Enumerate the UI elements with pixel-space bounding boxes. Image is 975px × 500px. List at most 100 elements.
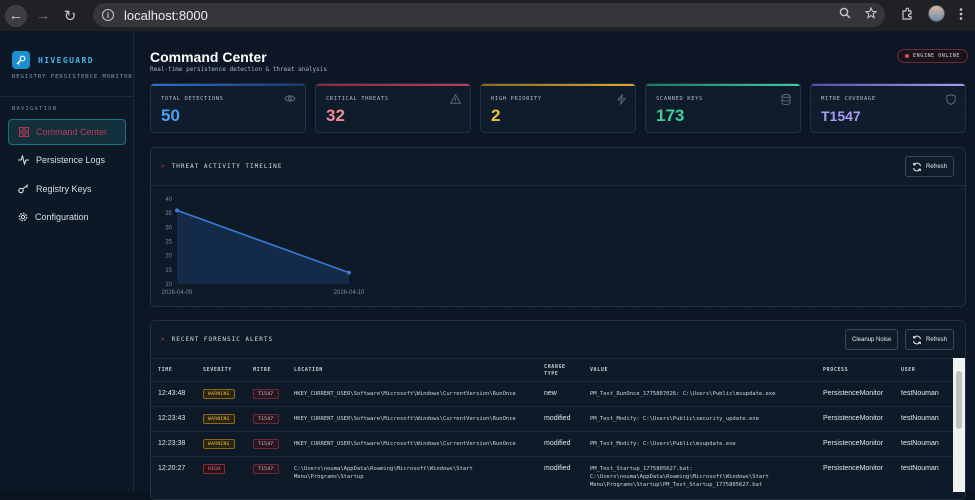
table-scrollbar-thumb[interactable] xyxy=(956,371,962,429)
cell-change-type: modified xyxy=(544,440,571,447)
cell-user: testNouman xyxy=(901,390,939,397)
sidebar-item-configuration[interactable]: Configuration xyxy=(8,204,126,230)
stat-accent-bar xyxy=(481,84,635,86)
back-icon[interactable]: ← xyxy=(5,4,27,27)
stat-label: CRITICAL THREATS xyxy=(326,96,389,102)
data-point[interactable] xyxy=(347,270,351,275)
timeline-panel: > THREAT ACTIVITY TIMELINE Refresh 40 35 30… xyxy=(150,147,966,307)
extensions-icon[interactable] xyxy=(900,7,914,21)
table-row[interactable]: 12:43:48 WARNING T1547 HKEY_CURRENT_USER… xyxy=(150,381,953,406)
stat-value: 32 xyxy=(326,106,345,125)
cell-time: 12:43:48 xyxy=(158,390,186,397)
cell-value: PM_Test_Modify: C:\Users\Public\security… xyxy=(590,416,759,422)
x-tick-label: 2026-04-10 xyxy=(334,290,365,296)
severity-badge: WARNING xyxy=(203,439,235,449)
brand: HIVEGUARD xyxy=(12,51,94,69)
column-header-mitre[interactable]: MITRE xyxy=(253,367,271,373)
stat-value: T1547 xyxy=(821,108,861,124)
column-header-time[interactable]: TIME xyxy=(158,367,172,373)
sidebar-item-persistence-logs[interactable]: Persistence Logs xyxy=(8,147,126,173)
table-row[interactable]: 12:23:38 WARNING T1547 HKEY_CURRENT_USER… xyxy=(150,431,953,456)
cleanup-label: Cleanup Noise xyxy=(852,336,892,343)
engine-status-text: ENGINE ONLINE xyxy=(913,53,960,59)
cell-location: C:\Users\nouma\AppData\Roaming\Microsoft… xyxy=(294,466,473,480)
timeline-refresh-button[interactable]: Refresh xyxy=(905,156,955,177)
column-header-process[interactable]: PROCESS xyxy=(823,367,848,373)
sidebar-item-command-center[interactable]: Command Center xyxy=(8,119,126,145)
bookmark-star-icon[interactable] xyxy=(865,7,877,19)
stat-accent-bar xyxy=(151,84,305,86)
stat-card-mitre-coverage: MITRE COVERAGE T1547 xyxy=(810,83,966,133)
engine-status-badge: ENGINE ONLINE xyxy=(897,49,968,63)
address-bar[interactable]: i localhost:8000 xyxy=(93,3,885,27)
timeline-title: THREAT ACTIVITY TIMELINE xyxy=(171,163,283,170)
cell-process: PersistenceMonitor xyxy=(823,415,883,422)
stat-label: SCANNED KEYS xyxy=(656,96,703,102)
reload-icon[interactable]: ↻ xyxy=(59,5,81,27)
stat-accent-bar xyxy=(646,84,800,86)
severity-badge: HIGH xyxy=(203,464,226,474)
forward-icon[interactable]: → xyxy=(32,5,54,27)
sidebar-item-label: Registry Keys xyxy=(36,184,92,194)
cell-user: testNouman xyxy=(901,465,939,472)
page-subtitle: Real-time persistence detection & threat… xyxy=(150,66,328,73)
table-row[interactable]: 12:20:27 HIGH T1547 C:\Users\nouma\AppDa… xyxy=(150,456,953,492)
mitre-badge: T1547 xyxy=(253,414,279,424)
y-tick-label: 15 xyxy=(165,268,172,274)
refresh-icon xyxy=(913,335,921,344)
sidebar-item-label: Configuration xyxy=(35,212,89,222)
panel-title: > RECENT FORENSIC ALERTS xyxy=(161,336,273,343)
profile-avatar[interactable] xyxy=(928,5,945,22)
browser-toolbar: ← → ↻ i localhost:8000 xyxy=(0,0,975,31)
cell-location: HKEY_CURRENT_USER\Software\Microsoft\Win… xyxy=(294,441,516,447)
column-header-value[interactable]: VALUE xyxy=(590,367,608,373)
alerts-refresh-button[interactable]: Refresh xyxy=(905,329,955,350)
cleanup-noise-button[interactable]: Cleanup Noise xyxy=(845,329,899,350)
refresh-label: Refresh xyxy=(926,163,948,170)
x-tick-label: 2026-04-09 xyxy=(162,290,193,296)
column-header-change-type[interactable]: CHANGE TYPE xyxy=(544,364,574,378)
shield-icon xyxy=(946,94,956,105)
cell-value: PM_Test_Startup_1775805627.bat: C:\Users… xyxy=(590,466,769,488)
series-area xyxy=(177,210,349,284)
cell-time: 12:20:27 xyxy=(158,465,186,472)
stat-accent-bar xyxy=(811,84,965,86)
column-header-user[interactable]: USER xyxy=(901,367,915,373)
cell-value: PM_Test_RunOnce_1775807026: C:\Users\Pub… xyxy=(590,391,776,397)
stat-label: TOTAL DETECTIONS xyxy=(161,96,224,102)
sidebar-item-registry-keys[interactable]: Registry Keys xyxy=(8,176,126,202)
y-tick-label: 20 xyxy=(165,254,172,260)
chevron-right-icon: > xyxy=(161,163,166,170)
site-info-icon[interactable]: i xyxy=(102,9,114,21)
stat-label: MITRE COVERAGE xyxy=(821,96,876,102)
stat-card-high-priority: HIGH PRIORITY 2 xyxy=(480,83,636,133)
panel-title: > THREAT ACTIVITY TIMELINE xyxy=(161,163,282,170)
url-text[interactable]: localhost:8000 xyxy=(124,8,208,23)
cell-change-type: modified xyxy=(544,465,571,472)
page-title: Command Center xyxy=(150,49,267,65)
cell-user: testNouman xyxy=(901,415,939,422)
brand-logo-icon xyxy=(12,51,30,69)
app-root: HIVEGUARD REGISTRY PERSISTENCE MONITOR N… xyxy=(0,31,975,500)
cell-location: HKEY_CURRENT_USER\Software\Microsoft\Win… xyxy=(294,416,516,422)
brand-name: HIVEGUARD xyxy=(38,55,94,65)
cell-location: HKEY_CURRENT_USER\Software\Microsoft\Win… xyxy=(294,391,516,397)
sidebar-divider xyxy=(0,96,134,97)
refresh-label: Refresh xyxy=(926,336,948,343)
table-row[interactable]: 12:23:43 WARNING T1547 HKEY_CURRENT_USER… xyxy=(150,406,953,431)
gear-icon xyxy=(18,212,28,222)
eye-icon xyxy=(284,95,296,102)
y-tick-label: 40 xyxy=(165,197,172,203)
column-header-severity[interactable]: SEVERITY xyxy=(203,367,232,373)
cell-change-type: modified xyxy=(544,415,571,422)
data-point[interactable] xyxy=(175,208,179,213)
cell-process: PersistenceMonitor xyxy=(823,465,883,472)
column-header-location[interactable]: LOCATION xyxy=(294,367,323,373)
mitre-badge: T1547 xyxy=(253,464,279,474)
stat-value: 50 xyxy=(161,106,180,125)
menu-icon[interactable] xyxy=(959,7,963,21)
zoom-icon[interactable] xyxy=(839,7,851,19)
stat-label: HIGH PRIORITY xyxy=(491,96,542,102)
stat-card-total-detections: TOTAL DETECTIONS 50 xyxy=(150,83,306,133)
bolt-icon xyxy=(617,94,626,105)
